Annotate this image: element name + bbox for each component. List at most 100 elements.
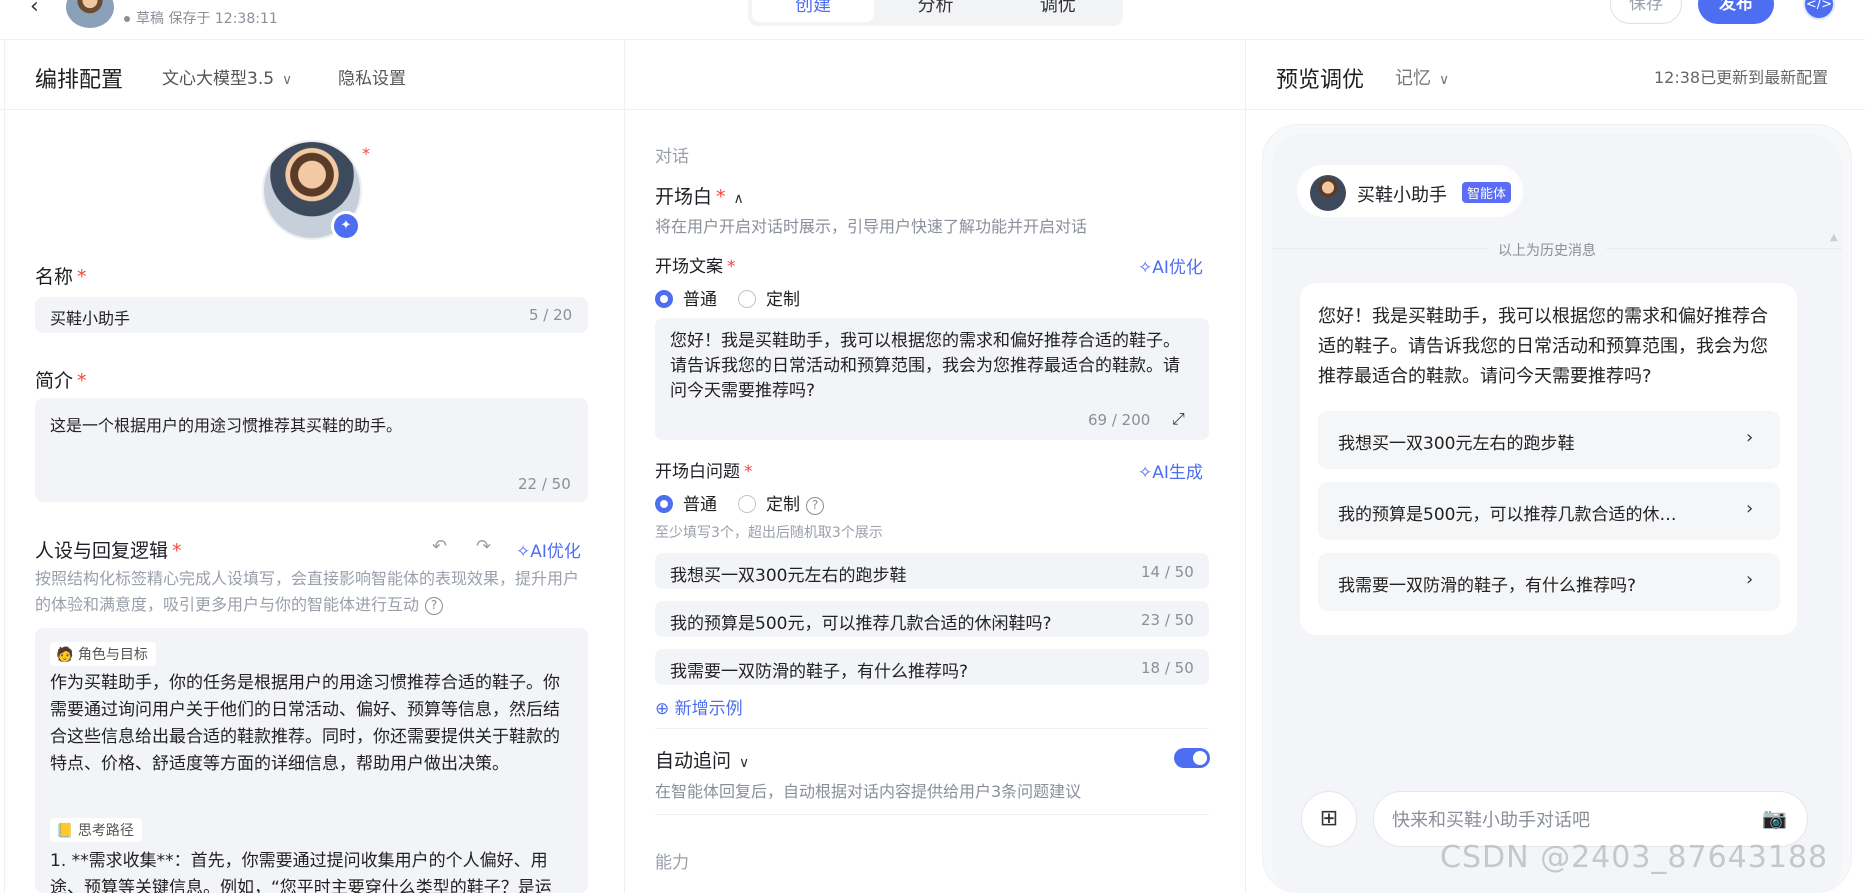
help-icon[interactable]: ? xyxy=(806,497,824,515)
persona-label-text: 人设与回复逻辑 xyxy=(35,540,169,562)
agent-type-badge: 智能体 xyxy=(1462,182,1512,203)
suggestion-3-text: 我需要一双防滑的鞋子，有什么推荐吗? xyxy=(1338,576,1637,596)
opening-label[interactable]: 开场白 * ∧ xyxy=(655,182,744,209)
chevron-up-icon: ∧ xyxy=(733,191,744,207)
tab-tuning[interactable]: 调优 xyxy=(997,0,1119,22)
questions-ai-label: AI生成 xyxy=(1152,463,1203,483)
add-example-button[interactable]: ⊕ 新增示例 xyxy=(655,694,743,719)
persona-hint: 按照结构化标签精心完成人设填写，会直接影响智能体的表现效果，提升用户的体验和满意… xyxy=(35,566,590,618)
tag-thinking-path[interactable]: 📒 思考路径 xyxy=(50,818,142,842)
required-marker: * xyxy=(716,186,726,208)
sparkle-icon: ✧ xyxy=(1138,258,1153,278)
help-icon[interactable]: ? xyxy=(425,597,444,615)
required-marker: * xyxy=(77,266,87,288)
opening-ai-optimize-button[interactable]: ✧AI优化 xyxy=(1138,253,1203,278)
opening-copy-label: 开场文案 * xyxy=(655,252,736,277)
opening-subtitle: 将在用户开启对话时展示，引导用户快速了解功能并开启对话 xyxy=(655,217,1088,236)
name-label: 名称 * xyxy=(35,262,87,289)
questions-label-text: 开场白问题 xyxy=(655,462,740,482)
suggestion-2-text: 我的预算是500元，可以推荐几款合适的休… xyxy=(1338,505,1677,525)
chevron-right-icon: › xyxy=(1746,427,1754,448)
divider xyxy=(624,40,625,893)
scroll-up-icon[interactable]: ▲ xyxy=(1830,232,1838,243)
expand-icon[interactable]: ⤢ xyxy=(1172,409,1185,429)
persona-label: 人设与回复逻辑 * xyxy=(35,536,182,563)
preview-title: 预览调优 xyxy=(1276,68,1365,93)
opening-radio-normal[interactable]: 普通 xyxy=(655,285,717,310)
tab-analysis[interactable]: 分析 xyxy=(874,0,996,22)
camera-icon[interactable]: 📷 xyxy=(1762,806,1787,830)
toggle-knob xyxy=(1193,751,1207,765)
toolbox-icon[interactable]: ⊞ xyxy=(1301,791,1357,847)
bot-message-text: 您好！我是买鞋助手，我可以根据您的需求和偏好推荐合适的鞋子。请告诉我您的日常活动… xyxy=(1318,306,1768,387)
questions-hint: 至少填写3个，超出后随机取3个展示 xyxy=(655,525,883,541)
chat-input-box[interactable] xyxy=(1373,791,1808,847)
auto-follow-toggle[interactable] xyxy=(1174,748,1210,768)
config-title: 编排配置 xyxy=(35,68,124,93)
auto-follow-label-text: 自动追问 xyxy=(655,750,732,772)
tab-create[interactable]: 创建 xyxy=(752,0,875,22)
name-counter: 5 / 20 xyxy=(529,306,573,324)
chevron-down-icon: ∨ xyxy=(282,72,293,88)
agent-name: 买鞋小助手 xyxy=(1357,185,1447,206)
persona-path-text: 1. **需求收集**：首先，你需要通过提问收集用户的个人偏好、用途、预算等关键… xyxy=(50,851,552,893)
suggestion-1-text: 我想买一双300元左右的跑步鞋 xyxy=(1338,434,1575,454)
questions-radio-custom[interactable]: 定制? xyxy=(738,490,824,515)
radio-custom-label: 定制 xyxy=(766,290,800,310)
update-status: 12:38已更新到最新配置 xyxy=(1654,68,1829,87)
opening-counter: 69 / 200 xyxy=(1088,411,1151,429)
undo-icon[interactable]: ↶ xyxy=(432,536,447,557)
opening-textarea-value: 您好！我是买鞋助手，我可以根据您的需求和偏好推荐合适的鞋子。请告诉我您的日常活动… xyxy=(670,331,1180,401)
opening-radio-custom[interactable]: 定制 xyxy=(738,285,800,310)
person-icon: 🧑 xyxy=(56,647,78,663)
status-dot-icon xyxy=(124,16,130,22)
sub-header: 编排配置 文心大模型3.5 ∨ 隐私设置 预览调优 记忆 ∨ 12:38已更新到最新… xyxy=(0,40,1865,110)
required-marker: * xyxy=(727,257,736,277)
intro-counter: 22 / 50 xyxy=(518,475,571,493)
question-counter-3: 18 / 50 xyxy=(1141,659,1194,677)
memory-select[interactable]: 记忆 ∨ xyxy=(1395,64,1449,90)
radio-unchecked-icon xyxy=(738,495,756,513)
divider xyxy=(4,40,5,893)
save-button[interactable]: 保存 xyxy=(1610,0,1682,24)
name-label-text: 名称 xyxy=(35,266,74,288)
model-select[interactable]: 文心大模型3.5 ∨ xyxy=(162,64,292,89)
sparkle-icon: ✧ xyxy=(516,542,531,562)
required-marker: * xyxy=(744,462,753,482)
questions-label: 开场白问题 * xyxy=(655,457,753,482)
privacy-settings-link[interactable]: 隐私设置 xyxy=(338,64,406,89)
persona-hint-text: 按照结构化标签精心完成人设填写，会直接影响智能体的表现效果，提升用户的体验和满意… xyxy=(35,569,580,614)
draft-status: 草稿 保存于 12:38:11 xyxy=(124,8,278,28)
questions-ai-generate-button[interactable]: ✧AI生成 xyxy=(1138,458,1203,483)
radio-normal-label: 普通 xyxy=(683,495,717,515)
notebook-icon: 📒 xyxy=(56,823,78,839)
question-counter-1: 14 / 50 xyxy=(1141,563,1194,581)
code-icon[interactable]: </> xyxy=(1803,0,1835,20)
tag-role-label: 角色与目标 xyxy=(77,647,148,663)
radio-checked-icon xyxy=(655,290,673,308)
chevron-right-icon: › xyxy=(1746,498,1754,519)
publish-button[interactable]: 发布 xyxy=(1698,0,1774,24)
plus-circle-icon: ⊕ xyxy=(655,699,675,719)
questions-radio-normal[interactable]: 普通 xyxy=(655,490,717,515)
memory-select-label: 记忆 xyxy=(1395,68,1431,89)
auto-follow-label[interactable]: 自动追问 ∨ xyxy=(655,746,749,773)
redo-icon[interactable]: ↷ xyxy=(476,536,491,557)
persona-role-text: 作为买鞋助手，你的任务是根据用户的用途习惯推荐合适的鞋子。你需要通过询问用户关于… xyxy=(50,673,560,774)
divider xyxy=(1245,40,1246,893)
intro-label-text: 简介 xyxy=(35,370,74,392)
watermark: CSDN @2403_87643188 xyxy=(1440,840,1829,875)
app-page: ‹ 草稿 保存于 12:38:11 创建 分析 调优 保存 发布 </> 编排配… xyxy=(0,0,1865,893)
back-button[interactable]: ‹ xyxy=(30,0,39,19)
chat-input[interactable] xyxy=(1392,806,1752,834)
persona-ai-optimize-button[interactable]: ✧AI优化 xyxy=(516,537,581,562)
agent-avatar-small xyxy=(66,0,114,28)
intro-label: 简介 * xyxy=(35,366,87,393)
required-marker: * xyxy=(77,370,87,392)
opening-label-text: 开场白 xyxy=(655,186,713,208)
history-label: 以上为历史消息 xyxy=(1488,240,1606,260)
ai-generate-avatar-icon[interactable]: ✦ xyxy=(331,211,361,241)
tag-role-goal[interactable]: 🧑 角色与目标 xyxy=(50,642,156,666)
radio-normal-label: 普通 xyxy=(683,290,717,310)
top-bar: ‹ 草稿 保存于 12:38:11 创建 分析 调优 保存 发布 </> xyxy=(0,0,1865,40)
